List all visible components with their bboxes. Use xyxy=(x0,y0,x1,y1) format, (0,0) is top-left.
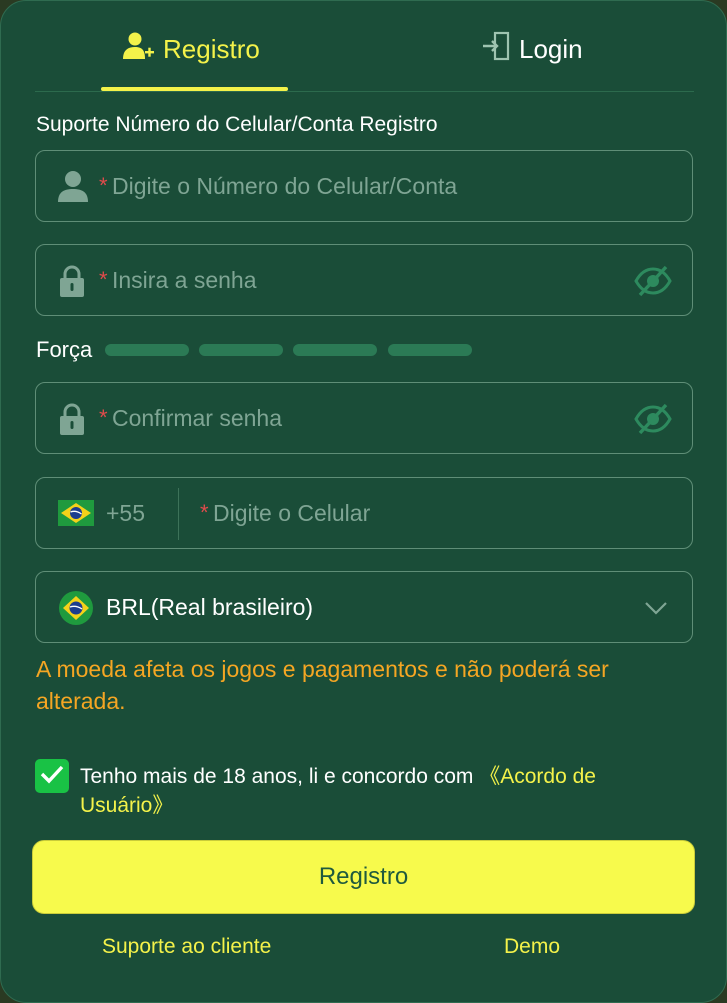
strength-bar-2 xyxy=(199,344,283,356)
eye-off-icon[interactable] xyxy=(634,264,672,303)
support-label: Suporte Número do Celular/Conta Registro xyxy=(36,113,438,136)
eye-off-icon[interactable] xyxy=(634,402,672,441)
register-button[interactable]: Registro xyxy=(32,840,695,914)
phone-input-placeholder[interactable]: Digite o Celular xyxy=(213,500,370,527)
tab-login[interactable]: Login xyxy=(481,31,583,67)
account-input-placeholder[interactable]: Digite o Número do Celular/Conta xyxy=(112,173,457,200)
confirm-password-field[interactable]: * Confirmar senha xyxy=(35,382,693,454)
agreement-text: Tenho mais de 18 anos, li e concordo com… xyxy=(80,762,680,820)
active-tab-indicator xyxy=(101,87,288,91)
password-input-placeholder[interactable]: Insira a senha xyxy=(112,267,256,294)
register-panel: Registro Login Suporte Número do Celular… xyxy=(0,0,727,1003)
user-icon xyxy=(58,170,88,207)
strength-bar-3 xyxy=(293,344,377,356)
check-icon xyxy=(40,764,64,789)
tab-bar: Registro Login xyxy=(35,1,694,92)
strength-bar-4 xyxy=(388,344,472,356)
currency-value: BRL(Real brasileiro) xyxy=(106,594,314,620)
strength-bar-1 xyxy=(105,344,189,356)
customer-support-link[interactable]: Suporte ao cliente xyxy=(102,935,271,959)
lock-icon xyxy=(58,402,86,441)
demo-link[interactable]: Demo xyxy=(504,935,560,959)
country-code[interactable]: +55 xyxy=(106,500,145,527)
brazil-flag-icon[interactable] xyxy=(58,500,94,531)
chevron-down-icon[interactable] xyxy=(644,596,668,625)
tab-login-label: Login xyxy=(519,33,583,64)
password-field[interactable]: * Insira a senha xyxy=(35,244,693,316)
required-mark: * xyxy=(99,405,108,430)
required-mark: * xyxy=(99,267,108,292)
tab-register-label: Registro xyxy=(163,33,260,64)
account-field[interactable]: * Digite o Número do Celular/Conta xyxy=(35,150,693,222)
required-mark: * xyxy=(200,500,209,525)
brazil-flag-icon xyxy=(58,591,94,630)
currency-warning: A moeda afeta os jogos e pagamentos e nã… xyxy=(36,656,609,714)
confirm-input-placeholder[interactable]: Confirmar senha xyxy=(112,405,282,432)
lock-icon xyxy=(58,264,86,303)
agreement-statement: Tenho mais de 18 anos, li e concordo com xyxy=(80,765,480,788)
phone-divider xyxy=(178,488,179,540)
agreement-checkbox[interactable] xyxy=(35,759,69,793)
required-mark: * xyxy=(99,173,108,198)
currency-select[interactable]: BRL(Real brasileiro) xyxy=(35,571,693,643)
strength-label: Força xyxy=(36,337,93,362)
login-door-icon xyxy=(481,31,519,68)
tab-register[interactable]: Registro xyxy=(123,31,260,67)
user-plus-icon xyxy=(123,31,163,68)
phone-field[interactable]: +55 * Digite o Celular xyxy=(35,477,693,549)
